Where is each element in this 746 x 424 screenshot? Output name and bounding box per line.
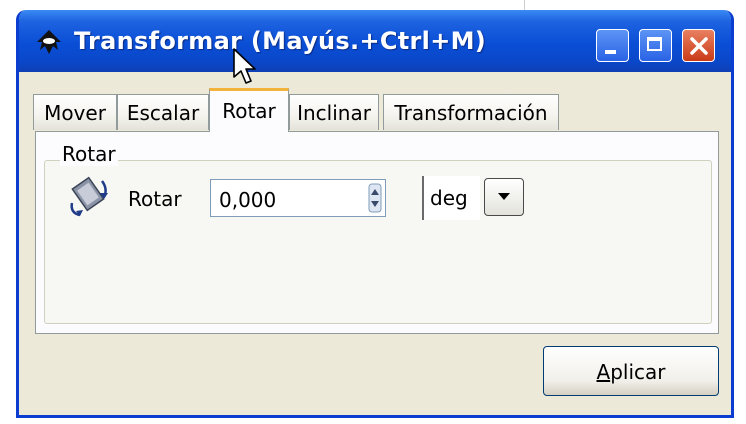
tab-mover[interactable]: Mover — [33, 94, 117, 130]
rotate-angle-value[interactable]: 0,000 — [219, 188, 276, 212]
rotate-angle-spinbox[interactable]: 0,000 — [210, 179, 386, 217]
tab-rotar[interactable]: Rotar — [209, 88, 289, 132]
apply-mnemonic: A — [596, 360, 611, 384]
unit-select[interactable]: deg — [422, 176, 534, 220]
window-title: Transformar (Mayús.+Ctrl+M) — [74, 27, 487, 55]
tab-transformacion[interactable]: Transformación — [383, 94, 559, 130]
spin-arrows-icon[interactable] — [368, 183, 382, 213]
apply-label: plicar — [610, 360, 666, 384]
unit-value[interactable]: deg — [422, 176, 480, 220]
group-legend: Rotar — [60, 142, 118, 166]
minimize-icon — [605, 50, 616, 54]
rotate-icon — [70, 176, 108, 217]
close-icon — [690, 37, 708, 55]
transform-dialog: Transformar (Mayús.+Ctrl+M) Mover Escala… — [16, 10, 734, 418]
chevron-down-icon — [498, 193, 510, 200]
background-divider — [524, 0, 525, 10]
maximize-icon — [647, 37, 662, 51]
mouse-pointer-icon — [233, 48, 256, 84]
tab-escalar[interactable]: Escalar — [117, 94, 209, 130]
minimize-button[interactable] — [596, 29, 629, 62]
title-bar[interactable]: Transformar (Mayús.+Ctrl+M) — [19, 10, 731, 72]
tab-inclinar[interactable]: Inclinar — [289, 94, 379, 130]
close-button[interactable] — [682, 29, 715, 62]
maximize-button[interactable] — [639, 29, 672, 62]
inkscape-icon — [37, 30, 61, 54]
rotate-label: Rotar — [128, 187, 182, 211]
apply-button[interactable]: Aplicar — [543, 346, 719, 396]
unit-dropdown-button[interactable] — [484, 178, 524, 216]
rotate-panel: Rotar Rotar 0,000 deg — [35, 131, 719, 334]
